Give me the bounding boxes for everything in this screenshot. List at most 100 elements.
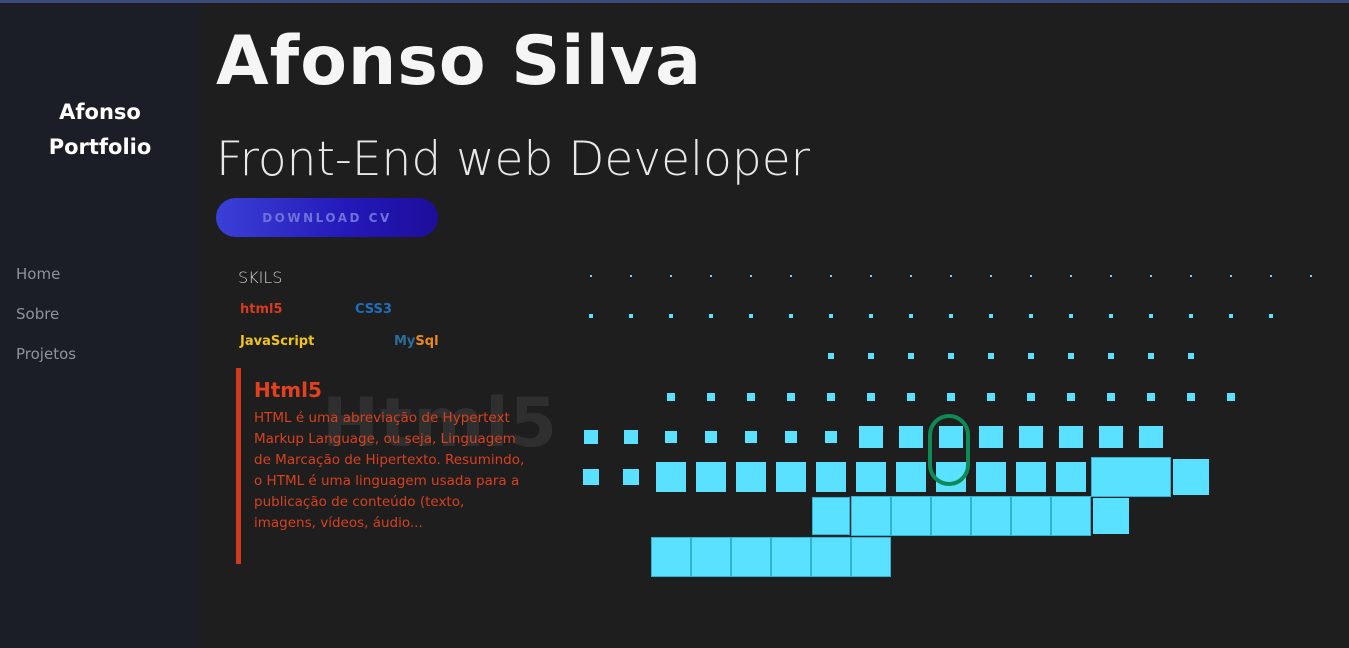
skill-detail-title: Html5 — [254, 378, 322, 402]
grid-square — [869, 314, 873, 318]
grid-square — [624, 430, 638, 444]
grid-square — [710, 275, 712, 277]
grid-square — [856, 462, 886, 492]
grid-square — [736, 462, 766, 492]
grid-square — [669, 314, 673, 318]
grid-square — [1107, 393, 1115, 401]
grid-square — [1027, 393, 1035, 401]
skill-mysql[interactable]: MySql — [394, 334, 439, 349]
grid-square — [891, 496, 931, 536]
grid-square — [1148, 353, 1154, 359]
highlight-pill — [928, 414, 970, 486]
grid-square — [825, 431, 837, 443]
grid-square — [971, 496, 1011, 536]
grid-square — [851, 496, 891, 536]
grid-square — [867, 393, 875, 401]
grid-square — [630, 275, 632, 277]
grid-square — [731, 537, 771, 577]
grid-square — [947, 393, 955, 401]
grid-square — [1016, 462, 1046, 492]
grid-square — [590, 275, 592, 277]
grid-square — [623, 469, 639, 485]
grid-square — [787, 393, 795, 401]
grid-square — [667, 393, 675, 401]
nav-item-sobre[interactable]: Sobre — [16, 301, 76, 341]
grid-square — [629, 314, 633, 318]
grid-square — [828, 353, 834, 359]
grid-square — [931, 496, 971, 536]
grid-square — [1149, 314, 1153, 318]
skill-mysql-part-my: My — [394, 334, 416, 349]
grid-square — [1109, 314, 1113, 318]
grid-square — [859, 426, 883, 448]
grid-square — [691, 537, 731, 577]
grid-square — [989, 314, 993, 318]
grid-square — [1059, 426, 1083, 448]
skill-css3[interactable]: CSS3 — [355, 302, 392, 317]
top-border — [0, 0, 1349, 3]
grid-square — [1230, 275, 1232, 277]
skills-heading: SKILS — [238, 268, 283, 287]
grid-square — [979, 426, 1003, 448]
hero-name: Afonso Silva — [216, 22, 703, 101]
grid-square — [830, 275, 832, 277]
grid-square — [909, 314, 913, 318]
nav-item-home[interactable]: Home — [16, 261, 76, 301]
grid-square — [1229, 314, 1233, 318]
grid-square — [1310, 275, 1312, 277]
grid-square — [987, 393, 995, 401]
grid-square — [1110, 275, 1112, 277]
grid-square — [1029, 314, 1033, 318]
grid-square — [665, 431, 677, 443]
grid-square — [670, 275, 672, 277]
grid-square — [785, 431, 797, 443]
grid-square — [910, 275, 912, 277]
grid-square — [1187, 393, 1195, 401]
skill-mysql-part-sql: Sql — [415, 334, 439, 349]
grid-square — [1070, 275, 1072, 277]
grid-square — [851, 537, 891, 577]
grid-square — [1190, 275, 1192, 277]
grid-square — [868, 353, 874, 359]
grid-square — [583, 469, 599, 485]
grid-square — [1189, 314, 1193, 318]
grid-square — [696, 462, 726, 492]
grid-square — [1150, 275, 1152, 277]
skill-detail-card: Html5 HTML é uma abreviação de Hypertext… — [236, 368, 531, 564]
grid-square — [1227, 393, 1235, 401]
grid-square — [907, 393, 915, 401]
grid-square — [1051, 496, 1091, 536]
grid-square — [1056, 462, 1086, 492]
grid-square — [812, 497, 850, 535]
grid-square — [1030, 275, 1032, 277]
download-cv-button[interactable]: DOWNLOAD CV — [216, 198, 438, 237]
grid-square — [1068, 353, 1074, 359]
grid-square — [1069, 314, 1073, 318]
grid-square — [976, 462, 1006, 492]
grid-square — [745, 431, 757, 443]
grid-square — [950, 275, 952, 277]
grid-square — [988, 353, 994, 359]
grid-square — [1270, 275, 1272, 277]
grid-square — [750, 275, 752, 277]
grid-square — [749, 314, 753, 318]
grid-square — [1139, 426, 1163, 448]
skill-javascript[interactable]: JavaScript — [240, 334, 314, 349]
grid-square — [1011, 496, 1051, 536]
grid-square — [1093, 498, 1129, 534]
grid-square — [789, 314, 793, 318]
grid-square — [1173, 459, 1209, 495]
brand-logo[interactable]: Afonso Portfolio — [0, 95, 200, 165]
nav-item-projetos[interactable]: Projetos — [16, 341, 76, 381]
grid-square — [790, 275, 792, 277]
grid-square — [1028, 353, 1034, 359]
grid-square — [811, 537, 851, 577]
grid-square — [899, 426, 923, 448]
grid-square — [1019, 426, 1043, 448]
grid-square — [656, 462, 686, 492]
grid-square — [870, 275, 872, 277]
skill-detail-text: HTML é uma abreviação de Hypertext Marku… — [254, 410, 525, 531]
skill-html5[interactable]: html5 — [240, 302, 283, 317]
grid-square — [1099, 426, 1123, 448]
grid-square — [948, 353, 954, 359]
